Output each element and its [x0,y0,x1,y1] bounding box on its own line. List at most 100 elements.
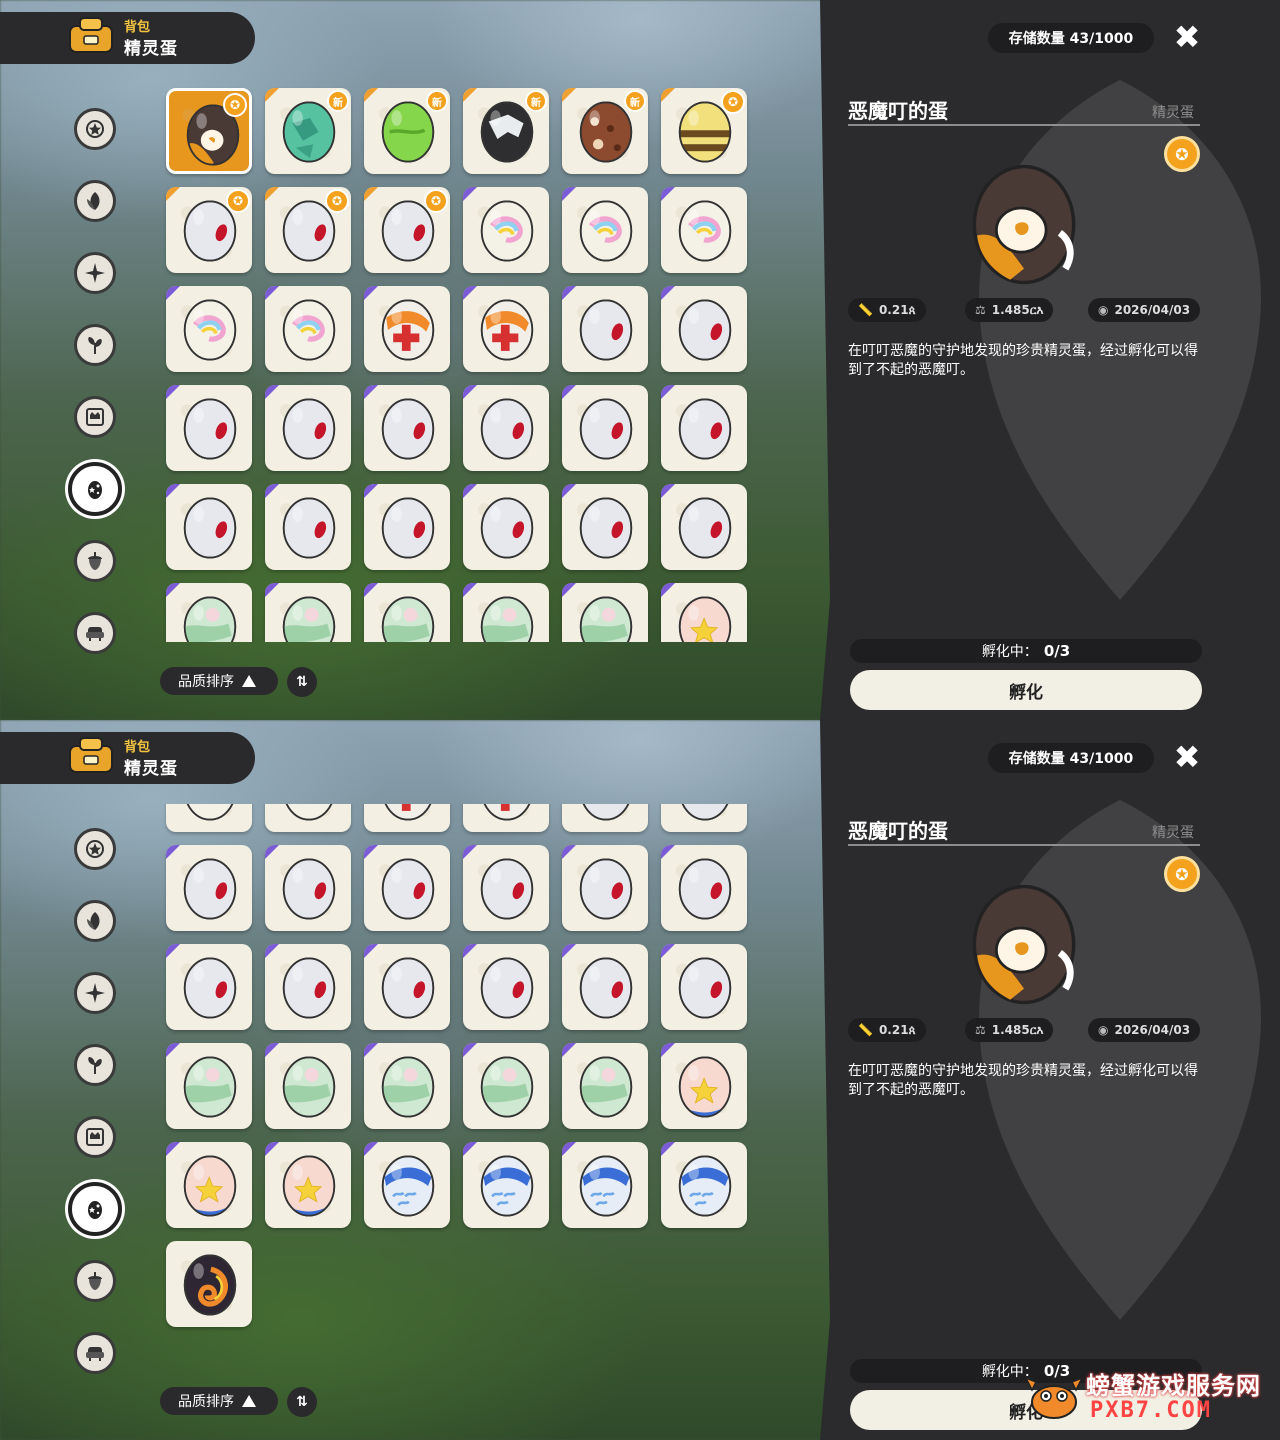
egg-slot[interactable] [562,944,648,1030]
egg-slot[interactable] [265,1043,351,1129]
sidebar-crown-card-button[interactable] [74,396,116,438]
egg-slot[interactable] [463,1043,549,1129]
egg-slot[interactable] [562,583,648,642]
egg-slot[interactable] [562,1142,648,1228]
egg-slot[interactable] [265,484,351,570]
egg-slot[interactable] [364,385,450,471]
egg-slot[interactable] [364,1043,450,1129]
egg-slot[interactable] [166,1142,252,1228]
sidebar-star-badge-button[interactable] [74,108,116,150]
close-button[interactable]: ✖ [1170,18,1204,56]
egg-slot[interactable]: 新 [562,88,648,174]
egg-slot[interactable] [166,484,252,570]
egg-slot[interactable] [562,286,648,372]
egg-slot[interactable]: 新 [463,88,549,174]
sidebar-leaf-button[interactable] [74,180,116,222]
egg-white-icon [381,497,435,559]
egg-slot[interactable] [265,583,351,642]
egg-slot[interactable]: ✪ [661,88,747,174]
egg-slot[interactable] [562,385,648,471]
sidebar-sparkle-button[interactable] [74,252,116,294]
close-button[interactable]: ✖ [1170,738,1204,776]
detail-category: 精灵蛋 [1152,105,1194,121]
egg-slot[interactable] [661,804,747,832]
egg-slot[interactable] [166,845,252,931]
egg-slot[interactable] [364,1142,450,1228]
egg-slot[interactable] [661,944,747,1030]
storage-count: 存储数量 43/1000 [988,743,1154,773]
egg-slot[interactable] [463,385,549,471]
egg-slot[interactable] [562,1043,648,1129]
egg-slot[interactable] [166,1241,252,1327]
egg-slot[interactable] [463,286,549,372]
egg-slot[interactable] [661,1043,747,1129]
egg-slot[interactable]: ✪ [166,88,252,174]
egg-slot[interactable] [166,583,252,642]
egg-slot[interactable]: 新 [265,88,351,174]
sidebar-armchair-button[interactable] [74,612,116,654]
egg-slot[interactable] [265,944,351,1030]
egg-slot[interactable] [265,286,351,372]
sort-button[interactable]: 品质排序 [160,1387,278,1415]
egg-slot[interactable] [364,286,450,372]
egg-slot[interactable] [661,583,747,642]
egg-slot[interactable] [463,484,549,570]
egg-white-icon [579,957,633,1019]
egg-slot[interactable] [661,845,747,931]
egg-slot[interactable] [265,845,351,931]
egg-slot[interactable] [562,804,648,832]
egg-slot[interactable] [463,583,549,642]
egg-slot[interactable] [166,1043,252,1129]
egg-slot[interactable] [364,804,450,832]
egg-slot[interactable] [265,1142,351,1228]
egg-slot[interactable] [166,385,252,471]
egg-slot[interactable] [562,484,648,570]
egg-slot[interactable] [166,944,252,1030]
egg-slot[interactable] [463,804,549,832]
egg-star-icon [282,1155,336,1217]
egg-slot[interactable] [364,583,450,642]
egg-slot[interactable] [166,804,252,832]
egg-slot[interactable] [562,845,648,931]
egg-slot[interactable] [364,845,450,931]
egg-star-icon [678,596,732,642]
egg-white-icon [678,299,732,361]
egg-slot[interactable] [661,484,747,570]
egg-mint-icon [579,596,633,642]
sort-order-toggle[interactable]: ⇅ [287,667,317,697]
egg-slot[interactable] [661,286,747,372]
egg-slot[interactable] [661,1142,747,1228]
sidebar-plant-button[interactable] [74,1044,116,1086]
egg-slot[interactable] [562,187,648,273]
sidebar-acorn-button[interactable] [74,1260,116,1302]
sidebar-acorn-button[interactable] [74,540,116,582]
sidebar-egg-category-button[interactable] [68,1182,122,1236]
sidebar-leaf-button[interactable] [74,900,116,942]
egg-mint-icon [480,1056,534,1118]
egg-slot[interactable]: ✪ [265,187,351,273]
egg-slot[interactable] [364,944,450,1030]
egg-slot[interactable]: 新 [364,88,450,174]
sort-order-toggle[interactable]: ⇅ [287,1387,317,1417]
egg-slot[interactable] [463,1142,549,1228]
sort-button[interactable]: 品质排序 [160,667,278,695]
egg-slot[interactable]: ✪ [364,187,450,273]
egg-slot[interactable]: ✪ [166,187,252,273]
egg-slot[interactable] [463,845,549,931]
sidebar-star-badge-button[interactable] [74,828,116,870]
watermark-cn: 螃蟹游戏服务网 [1086,1372,1261,1400]
egg-slot[interactable] [661,385,747,471]
egg-slot[interactable] [265,804,351,832]
sidebar-crown-card-button[interactable] [74,1116,116,1158]
sidebar-plant-button[interactable] [74,324,116,366]
sidebar-armchair-button[interactable] [74,1332,116,1374]
egg-slot[interactable] [661,187,747,273]
sidebar-sparkle-button[interactable] [74,972,116,1014]
egg-slot[interactable] [166,286,252,372]
egg-slot[interactable] [463,944,549,1030]
sidebar-egg-category-button[interactable] [68,462,122,516]
egg-slot[interactable] [364,484,450,570]
hatch-button[interactable]: 孵化 [850,670,1202,710]
egg-slot[interactable] [463,187,549,273]
egg-slot[interactable] [265,385,351,471]
